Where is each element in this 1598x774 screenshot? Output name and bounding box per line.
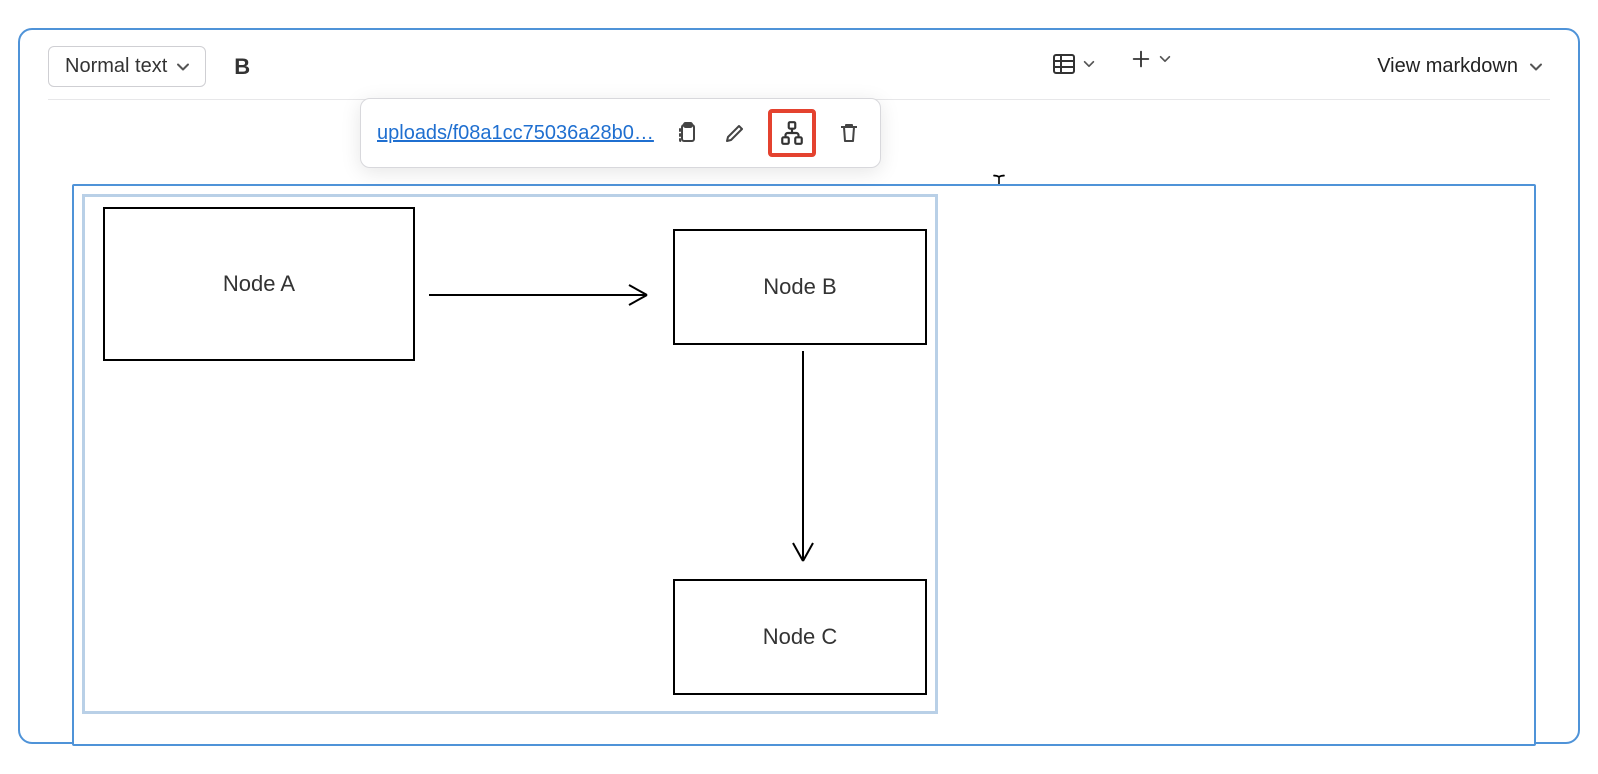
table-button[interactable]: [1052, 52, 1096, 82]
editor-content-area[interactable]: Node A Node B Node C: [72, 184, 1536, 746]
chevron-down-icon: [1528, 59, 1544, 75]
pencil-icon: [723, 121, 747, 145]
bold-label: B: [234, 54, 250, 79]
text-style-select[interactable]: Normal text: [48, 46, 206, 87]
editor-panel: Normal text B View markdown: [18, 28, 1580, 744]
view-markdown-label: View markdown: [1377, 55, 1518, 78]
chevron-down-icon: [1158, 52, 1172, 66]
copy-clipboard-button[interactable]: [672, 118, 702, 148]
toolbar-right: View markdown: [1371, 51, 1550, 82]
arrow-a-to-b: [425, 275, 665, 315]
embedded-diagram[interactable]: Node A Node B Node C: [82, 194, 938, 714]
diagram-node-a: Node A: [103, 207, 415, 361]
diagram-node-a-label: Node A: [223, 271, 295, 297]
view-markdown-button[interactable]: View markdown: [1371, 51, 1550, 82]
editor-toolbar: Normal text B View markdown: [48, 48, 1550, 100]
hierarchy-icon: [779, 120, 805, 146]
attachment-toolbar-popover: uploads/f08a1cc75036a28b0…: [360, 98, 881, 168]
bold-button[interactable]: B: [228, 50, 256, 84]
chevron-down-icon: [175, 59, 191, 75]
clipboard-icon: [675, 121, 699, 145]
diagram-node-b: Node B: [673, 229, 927, 345]
diagram-node-c: Node C: [673, 579, 927, 695]
plus-icon: [1130, 48, 1152, 70]
text-style-label: Normal text: [65, 55, 167, 78]
attachment-filename-link[interactable]: uploads/f08a1cc75036a28b0…: [377, 122, 654, 145]
delete-button[interactable]: [834, 118, 864, 148]
edit-button[interactable]: [720, 118, 750, 148]
arrow-b-to-c: [783, 347, 823, 577]
trash-icon: [837, 121, 861, 145]
diagram-node-b-label: Node B: [763, 274, 836, 300]
chevron-down-icon: [1082, 57, 1096, 71]
insert-button[interactable]: [1130, 48, 1172, 76]
table-icon: [1052, 52, 1076, 76]
diagram-node-c-label: Node C: [763, 624, 838, 650]
hierarchy-button[interactable]: [768, 109, 816, 157]
